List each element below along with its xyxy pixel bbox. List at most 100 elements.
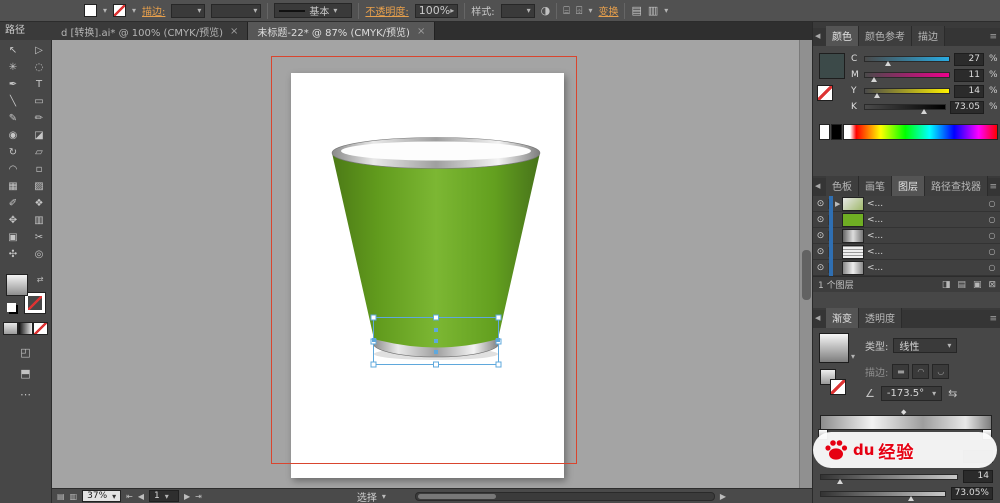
layer-thumbnail[interactable]: [843, 230, 863, 242]
status-caret-icon[interactable]: ▾: [382, 492, 386, 501]
gradient-type-dropdown[interactable]: 线性 ▾: [893, 338, 957, 353]
blend-tool[interactable]: ❖: [26, 195, 52, 212]
tab-gradient[interactable]: 渐变: [826, 308, 859, 328]
layer-label[interactable]: <...: [867, 215, 986, 225]
layer-target-icon[interactable]: ○: [986, 199, 998, 208]
panel-menu-icon[interactable]: ≡: [989, 32, 997, 42]
close-tab-icon[interactable]: ×: [230, 26, 238, 37]
slider-thumb[interactable]: [837, 479, 843, 484]
first-artboard-icon[interactable]: ⇤: [126, 492, 133, 501]
pasteboard-icon[interactable]: ▤: [57, 492, 65, 501]
horizontal-scrollbar[interactable]: [415, 492, 715, 501]
tab-stroke[interactable]: 描边: [912, 26, 945, 46]
screen-mode-icon[interactable]: ⬒: [20, 367, 30, 380]
scale-tool[interactable]: ▱: [26, 144, 52, 161]
slider-thumb[interactable]: [921, 109, 927, 114]
gradient-angle-dropdown[interactable]: -173.5° ▾: [881, 386, 942, 401]
slider-thumb[interactable]: [908, 496, 914, 501]
caret-down-icon[interactable]: ▾: [664, 6, 668, 15]
collapse-panel-icon[interactable]: ◀: [815, 182, 820, 190]
lasso-tool[interactable]: ◌: [26, 59, 52, 76]
layer-thumbnail[interactable]: [843, 262, 863, 274]
hand-tool[interactable]: ✣: [0, 246, 26, 263]
stroke-width-dropdown[interactable]: ▾: [171, 4, 205, 18]
layer-target-icon[interactable]: ○: [986, 263, 998, 272]
white-swatch[interactable]: [820, 125, 829, 139]
visibility-eye-icon[interactable]: ⊙: [813, 199, 829, 209]
width-profile-dropdown[interactable]: 基本 ▾: [274, 3, 352, 18]
caret-down-icon[interactable]: ▾: [588, 6, 592, 15]
rotate-tool[interactable]: ↻: [0, 144, 26, 161]
layer-label[interactable]: <...: [867, 199, 986, 209]
delete-layer-icon[interactable]: ⊠: [988, 280, 996, 290]
pages-icon[interactable]: ▥: [70, 492, 78, 501]
mini-stroke-swatch[interactable]: [831, 380, 845, 394]
stroke-gradient-along-icon[interactable]: ◠: [913, 365, 928, 378]
collapse-panel-icon[interactable]: ◀: [815, 314, 820, 322]
stroke-label[interactable]: 描边:: [142, 3, 165, 18]
tab-swatches[interactable]: 色板: [826, 176, 859, 196]
paintbrush-tool[interactable]: ✎: [0, 110, 26, 127]
layer-row[interactable]: ⊙<...○: [813, 244, 1000, 260]
rectangle-tool[interactable]: ▭: [26, 93, 52, 110]
zoom-tool[interactable]: ◎: [26, 246, 52, 263]
eyedropper-tool[interactable]: ✐: [0, 195, 26, 212]
collapse-panel-icon[interactable]: ◀: [815, 32, 820, 40]
artboard-number-dropdown[interactable]: 1 ▾: [149, 490, 179, 502]
tab-color-guide[interactable]: 颜色参考: [859, 26, 912, 46]
layer-row[interactable]: ⊙ ▶ <...○: [813, 196, 1000, 212]
gradient-midpoint-icon[interactable]: ◆: [901, 408, 906, 416]
channel-slider[interactable]: [865, 105, 945, 109]
eraser-tool[interactable]: ◪: [26, 127, 52, 144]
layer-thumbnail[interactable]: [843, 214, 863, 226]
direct-selection-tool[interactable]: ▷: [26, 42, 52, 59]
fill-stroke-indicator[interactable]: ⇄: [7, 275, 45, 313]
fill-color-indicator[interactable]: [84, 4, 97, 17]
reverse-gradient-icon[interactable]: ⇆: [948, 387, 957, 400]
fill-stroke-mini-indicator[interactable]: [821, 370, 845, 394]
opacity-label[interactable]: 不透明度:: [365, 3, 408, 18]
tab-layers[interactable]: 图层: [892, 176, 925, 196]
slider-thumb[interactable]: [871, 77, 877, 82]
draw-mode-icon[interactable]: ◰: [20, 346, 30, 359]
symbol-sprayer-tool[interactable]: ✥: [0, 212, 26, 229]
color-swatch[interactable]: [820, 54, 844, 78]
layer-label[interactable]: <...: [867, 231, 986, 241]
gradient-mode-button[interactable]: [19, 323, 32, 334]
channel-value-box[interactable]: 11: [954, 69, 984, 82]
vertical-scrollbar[interactable]: [799, 40, 812, 488]
tab-brushes[interactable]: 画笔: [859, 176, 892, 196]
default-fill-stroke-icon[interactable]: [7, 303, 16, 312]
width-tool[interactable]: ◠: [0, 161, 26, 178]
zoom-dropdown[interactable]: 37% ▾: [82, 490, 121, 502]
distribute-icon[interactable]: ⌹: [576, 4, 583, 18]
channel-value-box[interactable]: 14: [954, 85, 984, 98]
tab-transparency[interactable]: 透明度: [859, 308, 902, 328]
line-tool[interactable]: ╲: [0, 93, 26, 110]
last-artboard-icon[interactable]: ⇥: [195, 492, 202, 501]
layer-row[interactable]: ⊙<...○: [813, 260, 1000, 276]
layer-expander-icon[interactable]: ▶: [835, 200, 843, 208]
isolate-icon[interactable]: ▤: [631, 4, 641, 17]
swap-fill-stroke-icon[interactable]: ⇄: [37, 275, 44, 284]
panel-menu-icon[interactable]: ≡: [989, 182, 997, 192]
align-icon[interactable]: ⌸: [563, 4, 570, 18]
horizontal-scrollbar-thumb[interactable]: [418, 494, 496, 499]
new-layer-icon[interactable]: ▣: [973, 280, 982, 290]
gradient-presets-caret-icon[interactable]: ▾: [851, 352, 855, 361]
next-artboard-icon[interactable]: ▶: [184, 492, 190, 501]
selection-tool[interactable]: ↖: [0, 42, 26, 59]
stroke-gradient-within-icon[interactable]: ▬: [893, 365, 908, 378]
color-spectrum-bar[interactable]: [844, 125, 997, 139]
panel-menu-icon[interactable]: ≡: [989, 314, 997, 324]
layer-target-icon[interactable]: ○: [986, 247, 998, 256]
more-tools-icon[interactable]: ⋯: [20, 388, 31, 401]
channel-value-box[interactable]: 27: [954, 53, 984, 66]
blob-brush-tool[interactable]: ◉: [0, 127, 26, 144]
mesh-tool[interactable]: ▦: [0, 178, 26, 195]
visibility-eye-icon[interactable]: ⊙: [813, 263, 829, 273]
document-tab-active[interactable]: 未标题-22* @ 87% (CMYK/预览) ×: [248, 22, 435, 40]
none-mode-button[interactable]: [34, 323, 47, 334]
pen-tool[interactable]: ✒: [0, 76, 26, 93]
visibility-eye-icon[interactable]: ⊙: [813, 247, 829, 257]
